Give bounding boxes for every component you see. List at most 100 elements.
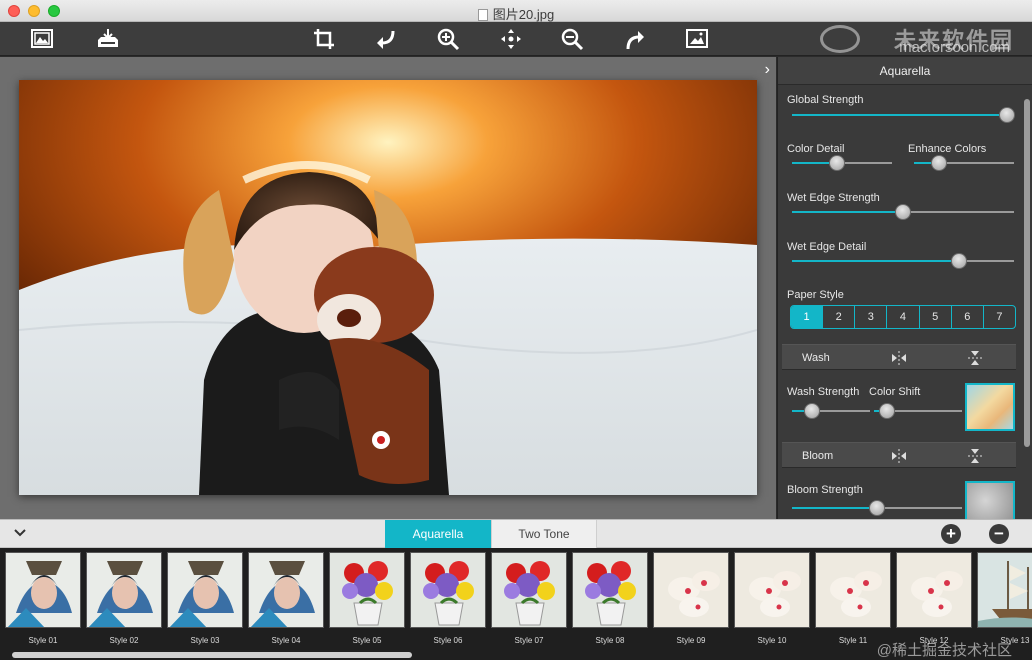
style-preview-image (248, 552, 324, 628)
wash-section-header[interactable]: Wash (782, 344, 1016, 370)
mirror-vertical-icon[interactable] (966, 349, 984, 367)
mirror-horizontal-icon[interactable] (890, 349, 908, 367)
slider-knob[interactable] (869, 500, 885, 516)
slider-knob[interactable] (803, 403, 820, 419)
slider-knob[interactable] (895, 204, 911, 220)
slider-fill (792, 114, 1007, 116)
wash-strength-slider[interactable] (792, 403, 870, 419)
save-image-button[interactable] (94, 25, 122, 53)
paper-style-option[interactable]: 3 (855, 306, 888, 328)
chevron-down-icon[interactable] (12, 525, 28, 541)
toolbar: 未来软件园 mac.orsoon.com (0, 22, 1032, 56)
color-detail-slider[interactable] (792, 155, 892, 171)
compare-button[interactable] (683, 25, 711, 53)
slider-fill (792, 507, 877, 509)
style-label: Style 04 (271, 636, 301, 645)
image-canvas[interactable]: › (0, 57, 776, 519)
slider-knob[interactable] (879, 403, 896, 419)
crop-button[interactable] (310, 25, 338, 53)
style-thumbnail[interactable]: Style 07 (491, 552, 567, 647)
color-shift-slider[interactable] (874, 403, 962, 419)
enhance-colors-slider[interactable] (914, 155, 1014, 171)
style-thumbnail[interactable]: Style 13 (977, 552, 1032, 647)
zoom-out-icon (561, 28, 584, 51)
style-tab-bar: Aquarella Two Tone + − (0, 519, 1032, 548)
style-preview-image (815, 552, 891, 628)
window-title-text: 图片20.jpg (492, 7, 555, 22)
add-style-button[interactable]: + (941, 524, 961, 544)
style-label: Style 03 (190, 636, 220, 645)
style-thumbnail[interactable]: Style 04 (248, 552, 324, 647)
paper-style-label: Paper Style (787, 289, 844, 301)
bloom-section-header[interactable]: Bloom (782, 442, 1016, 468)
style-label: Style 08 (595, 636, 625, 645)
zoom-out-button[interactable] (558, 25, 586, 53)
rotate-right-button[interactable] (621, 25, 649, 53)
horizontal-scrollbar[interactable] (12, 652, 412, 658)
paper-style-option[interactable]: 7 (984, 306, 1015, 328)
bloom-strength-label: Bloom Strength (787, 484, 863, 496)
style-thumbnail-strip: Style 13 Style 12 Style 11 Style 10 Style 09… (0, 548, 1032, 660)
style-thumbnail[interactable]: Style 03 (167, 552, 243, 647)
style-thumbnail[interactable]: Style 11 (815, 552, 891, 647)
style-label: Style 01 (28, 636, 58, 645)
chevron-right-icon[interactable]: › (765, 61, 770, 79)
style-preview-image (167, 552, 243, 628)
slider-knob[interactable] (950, 253, 967, 269)
style-thumbnail[interactable]: Style 10 (734, 552, 810, 647)
watercolor-photo (19, 80, 757, 495)
style-thumbnail[interactable]: Style 01 (5, 552, 81, 647)
style-preview-image (977, 552, 1032, 628)
tab-aquarella[interactable]: Aquarella (385, 520, 491, 548)
style-label: Style 09 (676, 636, 706, 645)
slider-knob[interactable] (999, 107, 1015, 123)
slider-knob[interactable] (931, 155, 947, 171)
bottom-watermark: @稀土掘金技术社区 (876, 642, 1012, 659)
paper-style-option[interactable]: 4 (887, 306, 920, 328)
wet-edge-strength-slider[interactable] (792, 204, 1014, 220)
bloom-texture-swatch[interactable] (965, 481, 1015, 519)
open-image-button[interactable] (28, 25, 56, 53)
preview-image[interactable] (19, 80, 757, 495)
slider-knob[interactable] (829, 155, 845, 171)
watermark-url: mac.orsoon.com (899, 39, 1010, 56)
style-preview-image (572, 552, 648, 628)
rotate-left-button[interactable] (372, 25, 400, 53)
style-label: Style 07 (514, 636, 544, 645)
slider-fill (792, 211, 903, 213)
style-thumbnail[interactable]: Style 05 (329, 552, 405, 647)
paper-style-option[interactable]: 1 (791, 306, 824, 328)
paper-style-option[interactable]: 6 (952, 306, 984, 328)
style-preview-image (734, 552, 810, 628)
paper-style-option[interactable]: 5 (920, 306, 952, 328)
paper-style-option[interactable]: 2 (823, 306, 856, 328)
style-thumbnail[interactable]: Style 06 (410, 552, 486, 647)
color-detail-label: Color Detail (787, 143, 845, 155)
style-browser: Aquarella Two Tone + − Style 13 Style 12 S… (0, 519, 1032, 660)
style-thumbnail[interactable]: Style 08 (572, 552, 648, 647)
move-fit-button[interactable] (497, 25, 525, 53)
bloom-strength-slider[interactable] (792, 500, 962, 516)
wet-edge-detail-slider[interactable] (792, 253, 1014, 269)
panel-scrollbar[interactable] (1024, 99, 1030, 447)
style-preview-image (86, 552, 162, 628)
tab-two-tone[interactable]: Two Tone (491, 520, 597, 548)
slider-fill (792, 260, 959, 262)
style-thumbnail[interactable]: Style 12 (896, 552, 972, 647)
style-preview-image (653, 552, 729, 628)
mirror-vertical-icon[interactable] (966, 447, 984, 465)
paper-style-selector[interactable]: 1234567 (790, 305, 1016, 329)
style-thumbnail[interactable]: Style 02 (86, 552, 162, 647)
style-thumbnail[interactable]: Style 09 (653, 552, 729, 647)
window-title: 图片20.jpg (0, 4, 1032, 23)
rotate-right-icon (626, 31, 644, 50)
style-preview-image (896, 552, 972, 628)
remove-style-button[interactable]: − (989, 524, 1009, 544)
crop-icon (314, 29, 334, 49)
wash-texture-swatch[interactable] (965, 383, 1015, 431)
document-icon (477, 9, 488, 21)
zoom-in-button[interactable] (434, 25, 462, 53)
wet-edge-strength-label: Wet Edge Strength (787, 192, 880, 204)
mirror-horizontal-icon[interactable] (890, 447, 908, 465)
global-strength-slider[interactable] (792, 107, 1015, 123)
